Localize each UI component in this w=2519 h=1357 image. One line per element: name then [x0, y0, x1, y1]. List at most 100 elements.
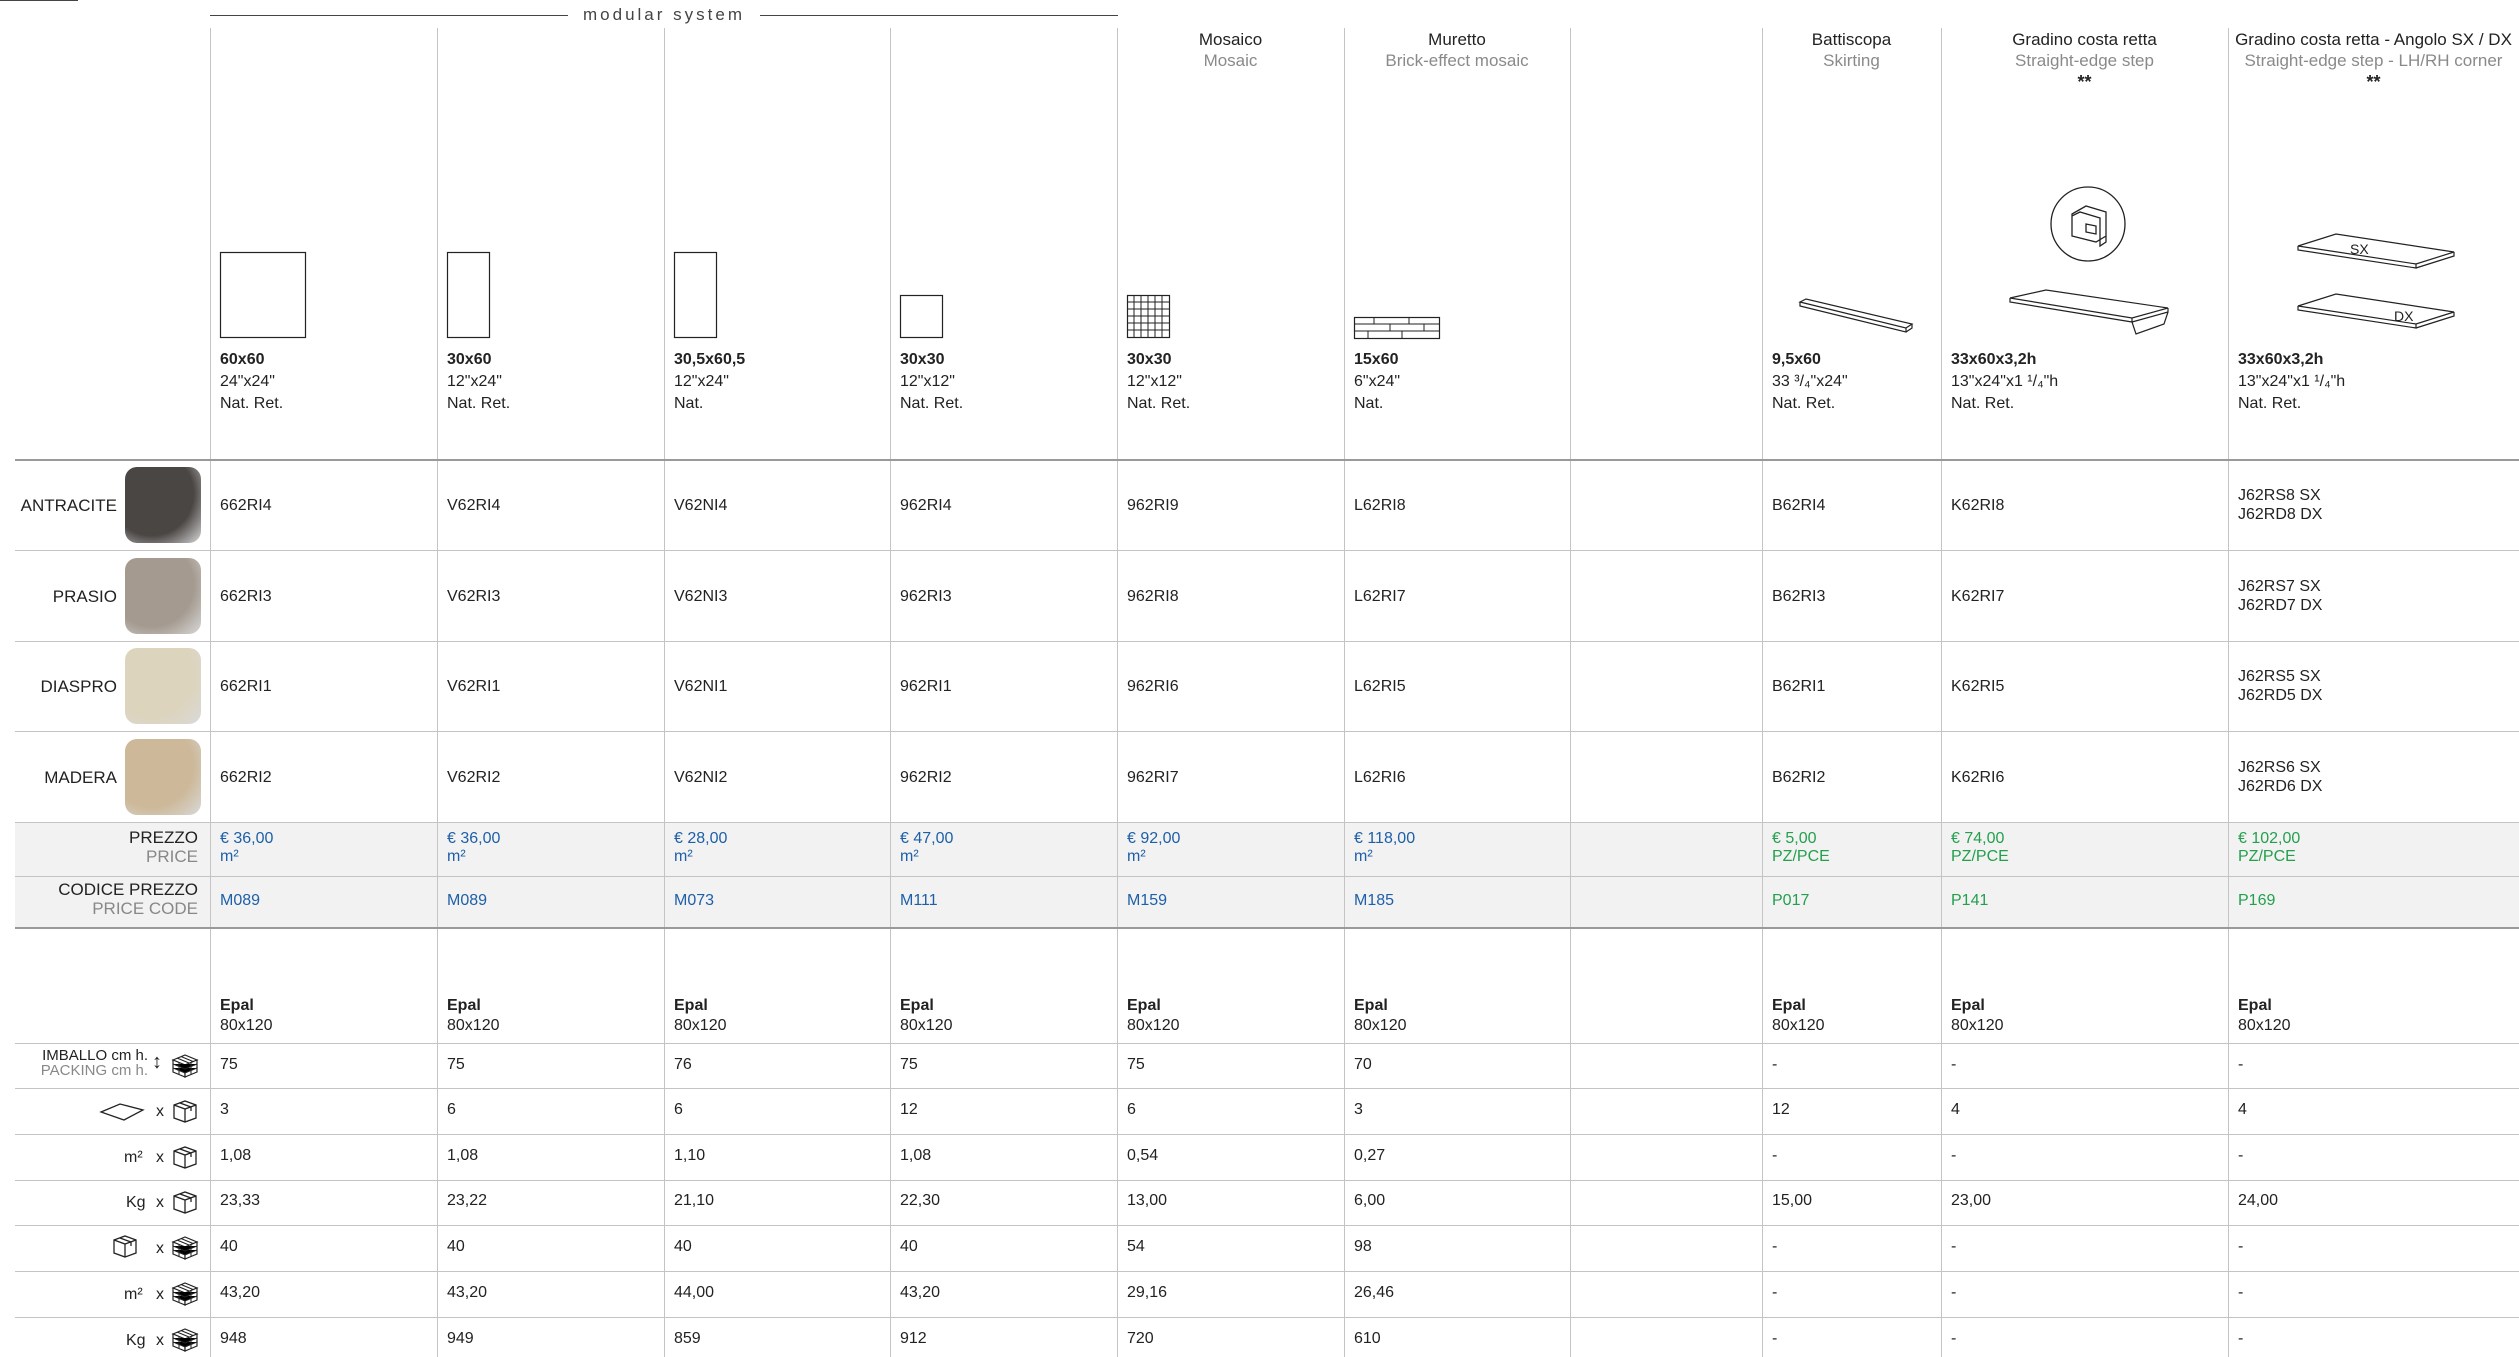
packing-value: 13,00	[1127, 1192, 1168, 1209]
packing-value: 948	[220, 1330, 247, 1347]
packing-value: 21,10	[674, 1192, 715, 1209]
product-code: K62RI5	[1951, 677, 2005, 695]
row-divider	[15, 1043, 2519, 1044]
product-code: 662RI4	[220, 496, 272, 514]
packing-value: 40	[674, 1238, 692, 1255]
box-icon	[173, 1146, 197, 1169]
column-subtitle: Mosaic	[1203, 51, 1258, 70]
pallet-type: Epal	[220, 997, 254, 1014]
packing-value: 98	[1354, 1238, 1372, 1255]
product-code: K62RI6	[1951, 768, 2005, 786]
pallet-size: 80x120	[220, 1017, 273, 1034]
format-imperial: 12"x12"	[900, 373, 955, 390]
packing-value: -	[2238, 1147, 2244, 1164]
format-imperial: 24"x24"	[220, 373, 275, 390]
packing-value: 15,00	[1772, 1192, 1813, 1209]
format-size: 33x60x3,2h	[2238, 351, 2324, 368]
row-divider	[15, 1225, 2519, 1226]
packing-value: 949	[447, 1330, 474, 1347]
color-swatch	[125, 648, 201, 724]
header-rule	[0, 0, 78, 1]
price-code-value: M089	[220, 892, 261, 909]
modular-system-label: modular system	[583, 5, 745, 24]
column-divider	[1941, 28, 1942, 1357]
step-drawing	[2009, 289, 2169, 335]
pallet-size: 80x120	[1354, 1017, 1407, 1034]
price-value: € 28,00	[674, 830, 728, 847]
product-code: V62RI4	[447, 496, 501, 514]
price-value: € 92,00	[1127, 830, 1181, 847]
label-packing: PACKING cm h.	[40, 1062, 148, 1079]
format-imperial: 13"x24"x1 ¹/₄"h	[1951, 373, 2059, 390]
column-title: Muretto	[1428, 30, 1486, 49]
product-code: 962RI9	[1127, 496, 1179, 514]
price-value: € 74,00	[1951, 830, 2005, 847]
packing-value: 12	[900, 1101, 918, 1118]
column-divider	[2228, 28, 2229, 1357]
tile-icon	[99, 1103, 145, 1121]
packing-value: 4	[1951, 1101, 1960, 1118]
label-price: PRICE	[146, 847, 198, 866]
column-title: Mosaico	[1198, 30, 1263, 49]
column-divider	[1762, 28, 1763, 1357]
packing-value: 1,08	[900, 1147, 932, 1164]
price-unit: m²	[447, 848, 466, 865]
row-divider	[15, 822, 2519, 823]
column-note-stars: **	[2077, 72, 2092, 92]
packing-value: 720	[1127, 1330, 1154, 1347]
packing-value: 54	[1127, 1238, 1145, 1255]
pallet-size: 80x120	[1772, 1017, 1825, 1034]
unit-kg: Kg	[126, 1332, 146, 1349]
label-prezzo: PREZZO	[129, 828, 198, 847]
label-codice-prezzo: CODICE PREZZO	[58, 880, 198, 899]
pallet-icon	[171, 1236, 199, 1260]
packing-value: 12	[1772, 1101, 1790, 1118]
packing-value: 75	[900, 1056, 918, 1073]
product-code: 962RI7	[1127, 768, 1179, 786]
packing-value: 0,27	[1354, 1147, 1386, 1164]
product-code: V62NI2	[674, 768, 728, 786]
pallet-size: 80x120	[2238, 1017, 2291, 1034]
color-name: MADERA	[44, 768, 117, 787]
packing-value: -	[2238, 1330, 2244, 1347]
packing-value: -	[2238, 1284, 2244, 1301]
packing-value: -	[1772, 1330, 1778, 1347]
column-title: Gradino costa retta	[2012, 30, 2157, 49]
pallet-size: 80x120	[900, 1017, 953, 1034]
times-sign: x	[156, 1103, 164, 1120]
format-finish: Nat. Ret.	[1951, 395, 2015, 412]
packing-value: 70	[1354, 1056, 1372, 1073]
format-imperial: 6"x24"	[1354, 373, 1401, 390]
product-code: L62RI7	[1354, 587, 1406, 605]
price-value: € 5,00	[1772, 830, 1817, 847]
product-code: J62RS8 SX J62RD8 DX	[2238, 487, 2323, 523]
price-code-value: P017	[1772, 892, 1810, 909]
packing-value: 912	[900, 1330, 927, 1347]
column-divider	[890, 28, 891, 1357]
format-imperial: 13"x24"x1 ¹/₄"h	[2238, 373, 2346, 390]
box-icon	[173, 1191, 197, 1214]
column-subtitle: Brick-effect mosaic	[1385, 51, 1529, 70]
price-value: € 36,00	[447, 830, 501, 847]
format-imperial: 12"x12"	[1127, 373, 1182, 390]
packing-value: 29,16	[1127, 1284, 1168, 1301]
step-profile-drawing	[2050, 186, 2126, 262]
height-arrow-icon: ↕	[152, 1051, 162, 1073]
format-finish: Nat. Ret.	[220, 395, 284, 412]
format-finish: Nat. Ret.	[1127, 395, 1191, 412]
product-code: V62RI2	[447, 768, 501, 786]
product-code: 662RI1	[220, 677, 272, 695]
packing-value: 23,22	[447, 1192, 488, 1209]
pallet-type: Epal	[1354, 997, 1388, 1014]
packing-value: 6	[447, 1101, 456, 1118]
price-unit: m²	[220, 848, 239, 865]
row-divider	[15, 1088, 2519, 1089]
product-code: V62RI1	[447, 677, 501, 695]
packing-value: -	[1951, 1056, 1957, 1073]
packing-value: 76	[674, 1056, 692, 1073]
packing-value: 40	[447, 1238, 465, 1255]
column-note-stars: **	[2366, 72, 2381, 92]
packing-value: 75	[447, 1056, 465, 1073]
times-sign: x	[156, 1194, 164, 1211]
column-subtitle: Straight-edge step - LH/RH corner	[2244, 51, 2503, 70]
